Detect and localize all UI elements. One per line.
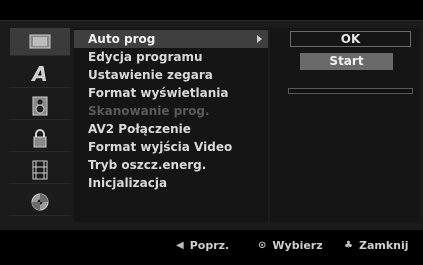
start-button[interactable]: Start xyxy=(300,53,393,70)
menu-item-label: AV2 Połączenie xyxy=(88,122,191,136)
category-lock[interactable] xyxy=(10,124,70,152)
left-triangle-icon: ◀ xyxy=(176,240,184,251)
category-language[interactable]: A xyxy=(10,60,70,88)
film-icon xyxy=(32,160,48,180)
speaker-icon xyxy=(32,96,48,116)
select-label: Wybierz xyxy=(272,239,323,252)
menu-item-tryb-oszcz-energ[interactable]: Tryb oszcz.energ. xyxy=(74,156,268,174)
close-label: Zamknij xyxy=(358,239,409,252)
menu-item-label: Auto prog xyxy=(88,32,156,46)
category-recording[interactable] xyxy=(10,156,70,184)
footer-hints: ◀ Poprz. ⊙ Wybierz ♣ Zamknij xyxy=(0,230,423,265)
top-bar xyxy=(0,0,423,20)
menu-item-label: Format wyjścia Video xyxy=(88,140,233,154)
menu-item-inicjalizacja[interactable]: Inicjalizacja xyxy=(74,174,268,192)
menu-item-label: Ustawienie zegara xyxy=(88,68,213,82)
prev-hint[interactable]: ◀ Poprz. xyxy=(176,239,229,252)
category-disc[interactable] xyxy=(10,188,70,216)
letter-a-icon: A xyxy=(32,61,48,86)
prev-label: Poprz. xyxy=(189,239,230,252)
menu-item-label: Skanowanie prog. xyxy=(88,104,210,118)
menu-item-av2-polaczenie[interactable]: AV2 Połączenie xyxy=(74,120,268,138)
select-hint[interactable]: ⊙ Wybierz xyxy=(258,239,323,252)
menu-item-edycja-programu[interactable]: Edycja programu xyxy=(74,48,268,66)
setup-screen: A Auto prog Edycja programu Ustawienie z… xyxy=(0,0,423,265)
menu-item-label: Format wyświetlania xyxy=(88,86,229,100)
menu-item-label: Tryb oszcz.energ. xyxy=(88,158,207,172)
scan-progress-bar xyxy=(288,88,413,94)
category-audio[interactable] xyxy=(10,92,70,120)
menu-item-format-wyswietlania[interactable]: Format wyświetlania xyxy=(74,84,268,102)
menu-item-label: Inicjalizacja xyxy=(88,176,168,190)
category-sidebar: A xyxy=(10,28,70,222)
close-hint[interactable]: ♣ Zamknij xyxy=(344,239,409,252)
menu-item-skanowanie-prog: Skanowanie prog. xyxy=(74,102,268,120)
options-pane: OK Start xyxy=(270,28,420,222)
setup-icon: ♣ xyxy=(344,240,353,251)
chevron-right-icon xyxy=(257,35,262,43)
menu-item-ustawienie-zegara[interactable]: Ustawienie zegara xyxy=(74,66,268,84)
disc-icon xyxy=(30,192,50,212)
lock-icon xyxy=(32,128,48,148)
menu-item-auto-prog[interactable]: Auto prog xyxy=(74,30,268,48)
setup-menu: Auto prog Edycja programu Ustawienie zeg… xyxy=(74,28,268,222)
category-general[interactable] xyxy=(10,28,70,56)
circle-dot-icon: ⊙ xyxy=(258,240,267,251)
ok-button[interactable]: OK xyxy=(290,31,411,47)
tv-icon xyxy=(29,34,51,50)
menu-item-format-wyjscia-video[interactable]: Format wyjścia Video xyxy=(74,138,268,156)
menu-item-label: Edycja programu xyxy=(88,50,203,64)
